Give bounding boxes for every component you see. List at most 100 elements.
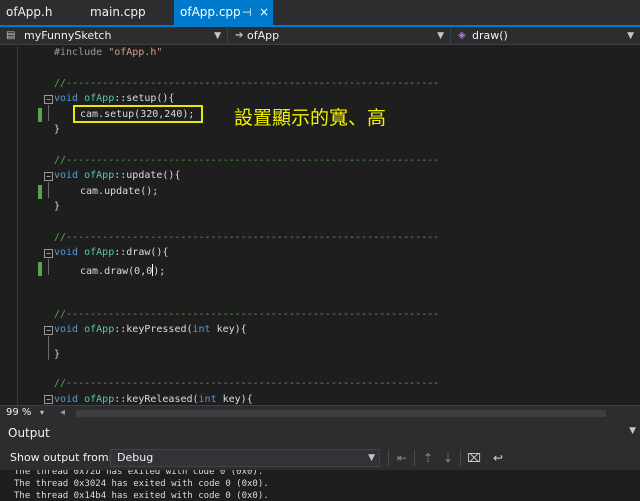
class-name: ofApp bbox=[84, 170, 115, 181]
pin-icon[interactable]: ⊣ bbox=[242, 0, 252, 25]
navigation-bar: ▤ myFunnySketch ▼ ➔ ofApp ▼ ◈ draw() ▼ bbox=[0, 27, 640, 45]
find-message-icon[interactable]: ⇤ bbox=[394, 450, 410, 466]
next-message-icon[interactable]: ⇣ bbox=[440, 450, 456, 466]
output-title: Output bbox=[8, 426, 50, 440]
member-dropdown[interactable]: ◈ draw() ▼ bbox=[452, 27, 640, 45]
collapse-icon[interactable]: − bbox=[44, 326, 53, 335]
code-line-update-body: cam.update(); bbox=[80, 186, 159, 197]
chevron-down-icon: ▼ bbox=[368, 453, 375, 463]
keyword: void bbox=[54, 170, 79, 181]
collapse-icon[interactable]: − bbox=[44, 172, 53, 181]
parameter: key){ bbox=[216, 394, 253, 405]
scope-guide bbox=[48, 105, 49, 121]
arrow-right-icon: ➔ bbox=[235, 30, 244, 41]
output-line: The thread 0x72U has exited with code 0 … bbox=[14, 470, 264, 477]
class-name: ofApp bbox=[84, 93, 115, 104]
code-line-close-brace: } bbox=[54, 124, 61, 135]
scope-guide bbox=[48, 259, 49, 275]
scope-dropdown[interactable]: ➔ ofApp ▼ bbox=[229, 27, 451, 45]
divider-comment: //--------------------------------------… bbox=[54, 378, 440, 389]
cube-icon: ◈ bbox=[458, 30, 466, 41]
divider-comment: //--------------------------------------… bbox=[54, 309, 440, 320]
word-wrap-icon[interactable]: ↩ bbox=[490, 450, 506, 466]
keyword: void bbox=[54, 247, 79, 258]
collapse-icon[interactable]: − bbox=[44, 249, 53, 258]
class-name: ofApp bbox=[84, 324, 115, 335]
scope-operator: :: bbox=[114, 170, 127, 181]
keyword: void bbox=[54, 324, 79, 335]
annotation-text: 設置顯示的寬、高 bbox=[234, 107, 387, 129]
indicator-margin bbox=[17, 46, 18, 405]
code-line-close-brace: } bbox=[54, 349, 61, 360]
text-cursor bbox=[152, 264, 154, 276]
divider-comment: //--------------------------------------… bbox=[54, 78, 440, 89]
keyword: void bbox=[54, 93, 79, 104]
change-marker bbox=[38, 185, 42, 199]
code-line-update-signature: void ofApp::update(){ bbox=[54, 169, 180, 183]
code-text: ); bbox=[153, 266, 166, 277]
project-name: myFunnySketch bbox=[24, 29, 112, 42]
code-line-keypressed-signature: void ofApp::keyPressed(int key){ bbox=[54, 323, 247, 337]
output-source-value: Debug bbox=[117, 451, 154, 464]
chevron-down-icon[interactable]: ▾ bbox=[40, 406, 44, 420]
divider-comment: //--------------------------------------… bbox=[54, 232, 440, 243]
file-icon: ▤ bbox=[6, 30, 16, 41]
chevron-down-icon[interactable]: ▼ bbox=[629, 426, 636, 436]
scroll-left-icon[interactable]: ◂ bbox=[60, 406, 65, 420]
toolbar-separator bbox=[388, 450, 389, 466]
output-line: The thread 0x3024 has exited with code 0… bbox=[14, 479, 269, 489]
code-line-keyreleased-signature: void ofApp::keyReleased(int key){ bbox=[54, 393, 253, 405]
editor-status-row: 99 % ▾ ◂ bbox=[0, 405, 640, 420]
tab-label: ofApp.h bbox=[6, 5, 53, 19]
clear-all-icon[interactable]: ⌧ bbox=[466, 450, 482, 466]
toolbar-separator bbox=[460, 450, 461, 466]
include-path: "ofApp.h" bbox=[108, 47, 163, 58]
collapse-icon[interactable]: − bbox=[44, 95, 53, 104]
tab-label: main.cpp bbox=[90, 5, 146, 19]
preprocessor: #include bbox=[54, 47, 103, 58]
scope-operator: :: bbox=[114, 93, 127, 104]
tab-ofapp-cpp[interactable]: ofApp.cpp ⊣ × bbox=[174, 0, 273, 25]
code-line-include: #include "ofApp.h" bbox=[54, 46, 162, 60]
change-marker bbox=[38, 262, 42, 276]
keyword: int bbox=[192, 324, 211, 335]
tab-ofapp-h[interactable]: ofApp.h bbox=[6, 0, 52, 25]
code-editor[interactable]: #include "ofApp.h" //-------------------… bbox=[0, 46, 640, 405]
output-panel-header: Output ▼ bbox=[0, 420, 640, 446]
highlight-box bbox=[73, 105, 203, 123]
function-signature: draw(){ bbox=[126, 247, 169, 258]
change-marker bbox=[38, 108, 42, 122]
output-source-select[interactable]: Debug ▼ bbox=[110, 449, 380, 467]
close-icon[interactable]: × bbox=[259, 0, 269, 25]
output-toolbar: Show output from: Debug ▼ ⇤ ⇡ ⇣ ⌧ ↩ bbox=[0, 446, 640, 470]
divider-comment: //--------------------------------------… bbox=[54, 155, 440, 166]
prev-message-icon[interactable]: ⇡ bbox=[420, 450, 436, 466]
code-line-setup-signature: void ofApp::setup(){ bbox=[54, 92, 174, 106]
class-name: ofApp bbox=[84, 394, 115, 405]
collapse-icon[interactable]: − bbox=[44, 395, 53, 404]
tab-main-cpp[interactable]: main.cpp bbox=[90, 0, 146, 25]
code-line-draw-body: cam.draw(0,0); bbox=[80, 262, 166, 277]
class-name: ofApp bbox=[84, 247, 115, 258]
parameter: key){ bbox=[210, 324, 247, 335]
scope-operator: :: bbox=[114, 324, 127, 335]
function-signature: update(){ bbox=[126, 170, 181, 181]
zoom-level[interactable]: 99 % bbox=[6, 406, 31, 420]
scope-guide bbox=[48, 336, 49, 360]
scope-guide bbox=[48, 182, 49, 198]
output-line: The thread 0x14b4 has exited with code 0… bbox=[14, 491, 269, 501]
show-output-label: Show output from: bbox=[10, 451, 113, 464]
document-tab-strip: ofApp.h main.cpp ofApp.cpp ⊣ × bbox=[0, 0, 640, 27]
keyword: void bbox=[54, 394, 79, 405]
chevron-down-icon: ▼ bbox=[627, 31, 634, 41]
project-dropdown[interactable]: ▤ myFunnySketch ▼ bbox=[0, 27, 228, 45]
function-signature: keyPressed( bbox=[126, 324, 193, 335]
code-line-close-brace: } bbox=[54, 201, 61, 212]
scope-operator: :: bbox=[114, 247, 127, 258]
horizontal-scrollbar[interactable] bbox=[76, 410, 606, 417]
function-signature: keyReleased( bbox=[126, 394, 199, 405]
output-text-area[interactable]: The thread 0x72U has exited with code 0 … bbox=[0, 470, 640, 501]
scope-name: ofApp bbox=[247, 29, 280, 42]
scope-operator: :: bbox=[114, 394, 127, 405]
code-line-draw-signature: void ofApp::draw(){ bbox=[54, 246, 168, 260]
